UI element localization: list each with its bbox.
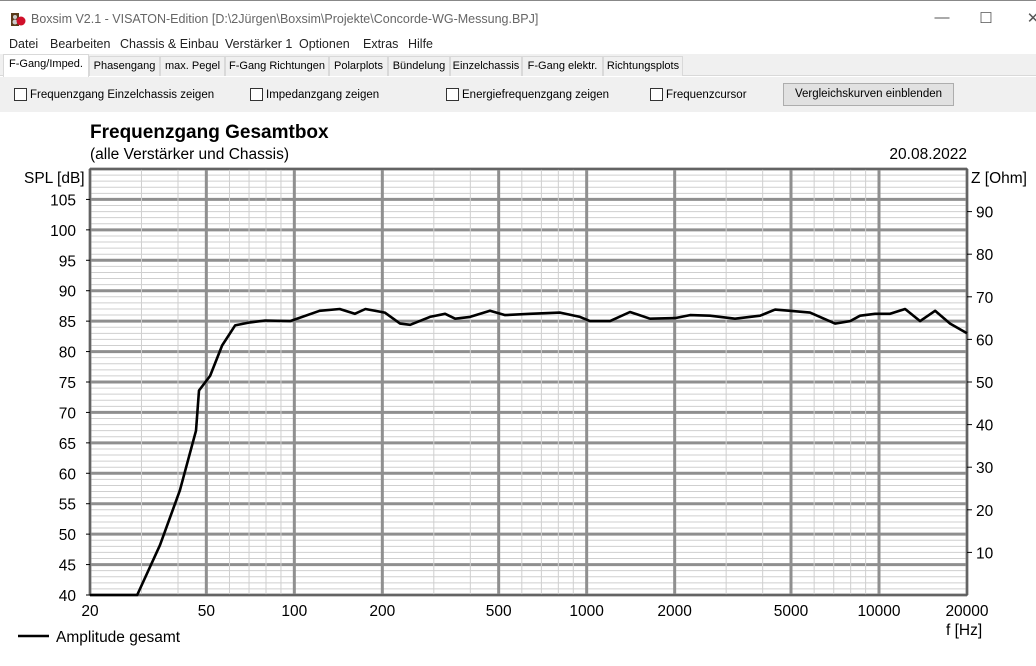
checkbox-box[interactable] [446,88,459,101]
y2-tick-label: 90 [976,205,994,222]
y-tick-label: 70 [59,405,77,422]
title-bar: Boxsim V2.1 - VISATON-Edition [D:\2Jürge… [0,0,1036,35]
checkbox-label: Impedanzgang zeigen [266,88,380,101]
menu-extras[interactable]: Extras [363,37,398,51]
checkbox-box[interactable] [250,88,263,101]
menu-chassis-einbau[interactable]: Chassis & Einbau [120,37,219,51]
checkbox-box[interactable] [14,88,27,101]
checkbox-label: Frequenzgang Einzelchassis zeigen [30,88,215,101]
y2-tick-label: 10 [976,545,994,562]
y-tick-label: 85 [59,314,76,331]
x-tick-label: 10000 [857,603,900,620]
y-tick-label: 105 [50,192,76,209]
checkbox-frequenzgang-einzelchassis[interactable]: Frequenzgang Einzelchassis zeigen [14,88,214,101]
tab-richtungsplots[interactable]: Richtungsplots [603,56,683,76]
x-tick-label: 20000 [945,603,988,620]
x-tick-label: 200 [369,603,395,620]
x-tick-label: 5000 [774,603,809,620]
y2-axis-label: Z [Ohm] [971,170,1027,187]
x-tick-label: 1000 [569,603,604,620]
vergleichskurven-button[interactable]: Vergleichskurven einblenden [783,83,954,106]
chart-subtitle: (alle Verstärker und Chassis) [90,146,289,163]
chart-area: 40 45 50 55 60 65 70 75 80 85 90 95 100 105 10 20 30 40 50… [0,113,1036,663]
tab-bar: F-Gang/Imped. Phasengang max. Pegel F-Ga… [0,54,1036,77]
y-tick-label: 75 [59,375,76,392]
y-tick-label: 60 [59,466,77,483]
y-axis-label: SPL [dB] [24,170,85,187]
checkbox-label: Energiefrequenzgang zeigen [462,88,610,101]
y2-tick-label: 40 [976,418,994,435]
y2-tick-label: 60 [976,332,994,349]
app-icon [11,13,26,26]
menu-optionen[interactable]: Optionen [299,37,350,51]
tab-buendelung[interactable]: Bündelung [388,56,450,76]
x-tick-label: 500 [486,603,512,620]
x-tick-label: 2000 [657,603,692,620]
frequency-response-chart: 40 45 50 55 60 65 70 75 80 85 90 95 100 105 10 20 30 40 50… [18,122,1027,646]
y-tick-label: 45 [59,558,76,575]
checkbox-impedanzgang[interactable]: Impedanzgang zeigen [250,88,379,101]
close-button[interactable]: ✕ [1018,9,1036,27]
menu-hilfe[interactable]: Hilfe [408,37,433,51]
options-bar: Frequenzgang Einzelchassis zeigen Impeda… [0,77,1036,112]
checkbox-energiefrequenzgang[interactable]: Energiefrequenzgang zeigen [446,88,609,101]
menu-bar: Datei Bearbeiten Chassis & Einbau Verstä… [0,35,1036,54]
x-tick-label: 50 [198,603,216,620]
y-tick-label: 90 [59,284,77,301]
tab-max-pegel[interactable]: max. Pegel [160,56,225,76]
checkbox-frequenzcursor[interactable]: Frequenzcursor [650,88,747,101]
y-tick-label: 65 [59,436,76,453]
checkbox-box[interactable] [650,88,663,101]
legend-label: Amplitude gesamt [56,629,181,646]
tab-einzelchassis[interactable]: Einzelchassis [450,56,522,76]
tab-fgang-richtungen[interactable]: F-Gang Richtungen [225,56,329,76]
y-tick-label: 80 [59,345,77,362]
x-tick-label: 100 [281,603,307,620]
tab-fgang-elektr[interactable]: F-Gang elektr. [522,56,603,76]
y-tick-label: 100 [50,223,76,240]
y2-tick-label: 30 [976,460,994,477]
tab-polarplots[interactable]: Polarplots [329,56,388,76]
y-tick-label: 95 [59,253,76,270]
menu-datei[interactable]: Datei [9,37,38,51]
y2-tick-label: 50 [976,375,994,392]
y-tick-label: 55 [59,497,76,514]
checkbox-label: Frequenzcursor [666,88,747,101]
x-axis-label: f [Hz] [946,622,982,639]
y-tick-label: 50 [59,527,77,544]
menu-verstaerker[interactable]: Verstärker 1 [225,37,292,51]
maximize-button[interactable]: ☐ [971,9,1001,27]
y2-tick-label: 80 [976,247,994,264]
tab-phasengang[interactable]: Phasengang [89,56,160,76]
minimize-button[interactable]: — [927,9,957,26]
y2-tick-label: 20 [976,503,994,520]
chart-title: Frequenzgang Gesamtbox [90,122,329,143]
y2-tick-label: 70 [976,290,994,307]
menu-bearbeiten[interactable]: Bearbeiten [50,37,110,51]
y-tick-label: 40 [59,588,77,605]
window-title: Boxsim V2.1 - VISATON-Edition [D:\2Jürge… [31,12,539,26]
chart-date: 20.08.2022 [889,146,967,163]
x-tick-label: 20 [81,603,99,620]
tab-fgang-imped[interactable]: F-Gang/Imped. [3,54,89,77]
